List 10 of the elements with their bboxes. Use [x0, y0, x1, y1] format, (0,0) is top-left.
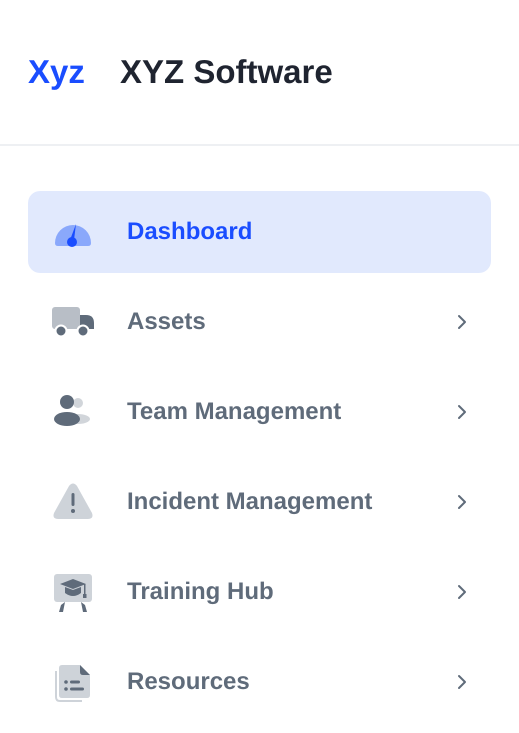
- training-board-icon: [52, 571, 94, 613]
- sidebar-label: Resources: [127, 667, 251, 697]
- sidebar-label: Incident Management: [127, 487, 374, 517]
- sidebar-label: Training Hub: [127, 577, 275, 607]
- logo: Xyz: [28, 52, 86, 92]
- sidebar-label: Assets: [127, 307, 207, 337]
- sidebar-label: Dashboard: [127, 217, 254, 247]
- sidebar-item[interactable]: Dashboard: [28, 191, 491, 273]
- sidebar-label: Team Management: [127, 397, 342, 427]
- app-title: XYZ Software: [120, 52, 333, 92]
